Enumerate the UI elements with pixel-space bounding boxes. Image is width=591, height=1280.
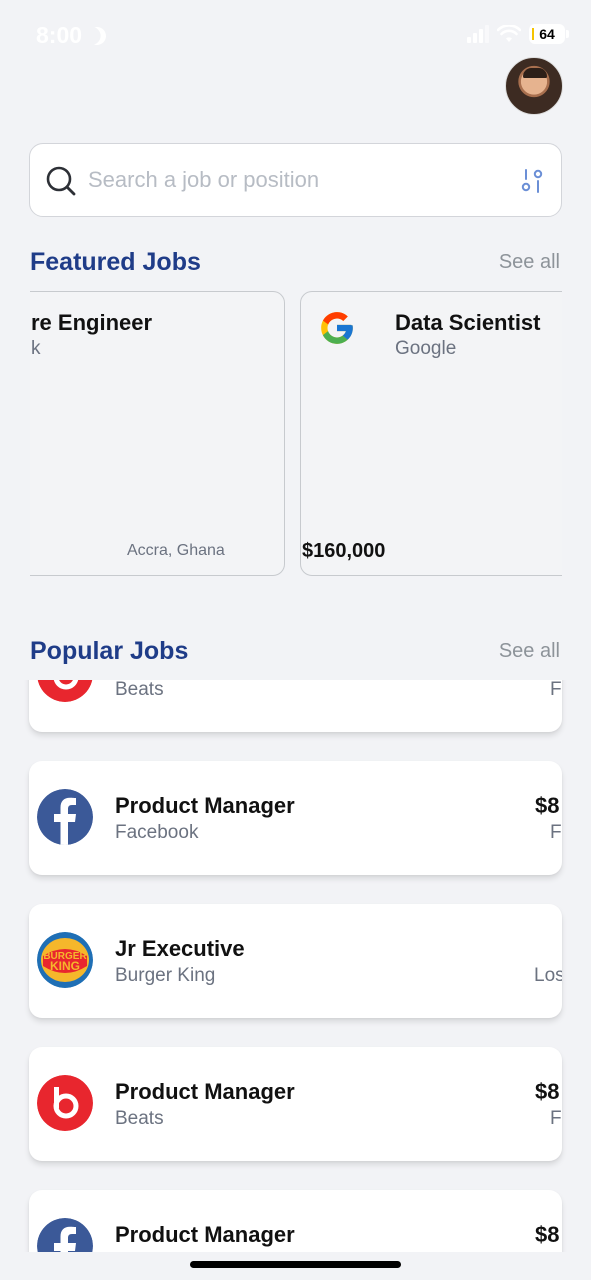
burger-king-logo-icon: BURGER KING xyxy=(37,932,93,988)
job-location: Los xyxy=(534,965,562,986)
popular-job-card[interactable]: Product Manager Beats $8 F xyxy=(29,1047,562,1161)
job-salary: $8 xyxy=(535,1222,560,1247)
job-company: Beats xyxy=(115,680,164,700)
job-salary: $8 xyxy=(535,1079,560,1104)
status-bar: 8:00 64 xyxy=(0,0,591,70)
google-icon xyxy=(321,312,353,344)
job-type: F xyxy=(550,1108,562,1129)
featured-job-location: Accra, Ghana xyxy=(127,542,225,559)
job-title: Product Manager xyxy=(115,1079,295,1104)
popular-see-all-link[interactable]: See all xyxy=(499,640,560,663)
status-time: 8:00 xyxy=(36,22,106,49)
popular-job-card[interactable]: Beats F xyxy=(29,680,562,732)
featured-job-salary: $160,000 xyxy=(302,540,386,562)
popular-jobs-title: Popular Jobs xyxy=(30,637,189,665)
featured-job-title: re Engineer xyxy=(31,310,153,335)
job-type: F xyxy=(550,822,562,843)
popular-job-card[interactable]: Product Manager Facebook $8 F xyxy=(29,761,562,875)
wifi-icon xyxy=(497,25,521,42)
job-title: Product Manager xyxy=(115,1222,295,1247)
job-company: Beats xyxy=(115,1108,164,1129)
job-salary: $8 xyxy=(535,793,560,818)
featured-jobs-carousel[interactable]: re Engineer k Accra, Ghana Data Scientis… xyxy=(30,291,562,577)
popular-job-card[interactable]: BURGER KING Jr Executive Burger King Los xyxy=(29,904,562,1018)
featured-see-all-link[interactable]: See all xyxy=(499,251,560,274)
job-company: Facebook xyxy=(115,822,199,843)
filter-icon[interactable] xyxy=(521,168,543,194)
status-icons: 64 xyxy=(467,24,569,44)
job-title: Product Manager xyxy=(115,793,295,818)
search-icon xyxy=(46,166,76,196)
featured-jobs-title: Featured Jobs xyxy=(30,248,201,276)
beats-logo-icon xyxy=(37,680,93,702)
popular-jobs-list[interactable]: Beats F Product Manager Facebook $8 F BU… xyxy=(0,680,591,1252)
clock-text: 8:00 xyxy=(36,22,83,48)
featured-job-company: k xyxy=(31,338,41,359)
svg-text:KING: KING xyxy=(50,959,80,973)
job-type: F xyxy=(550,680,562,700)
battery-level: 64 xyxy=(539,26,555,42)
facebook-logo-icon xyxy=(37,1218,93,1252)
featured-job-card[interactable]: Data Scientist Google $160,000 xyxy=(300,291,562,576)
search-bar[interactable] xyxy=(29,143,562,217)
facebook-logo-icon xyxy=(37,789,93,845)
job-company: Burger King xyxy=(115,965,216,986)
battery-icon: 64 xyxy=(529,24,569,44)
popular-job-card[interactable]: Product Manager $8 xyxy=(29,1190,562,1252)
beats-logo-icon xyxy=(37,1075,93,1131)
featured-job-card[interactable]: re Engineer k Accra, Ghana xyxy=(30,291,285,576)
job-title: Jr Executive xyxy=(115,936,245,961)
featured-job-company: Google xyxy=(395,338,457,359)
home-indicator xyxy=(190,1261,401,1268)
search-input[interactable] xyxy=(88,160,488,200)
signal-icon xyxy=(467,25,489,43)
moon-icon xyxy=(86,24,109,47)
featured-job-title: Data Scientist xyxy=(395,310,541,335)
profile-avatar[interactable] xyxy=(505,57,563,115)
